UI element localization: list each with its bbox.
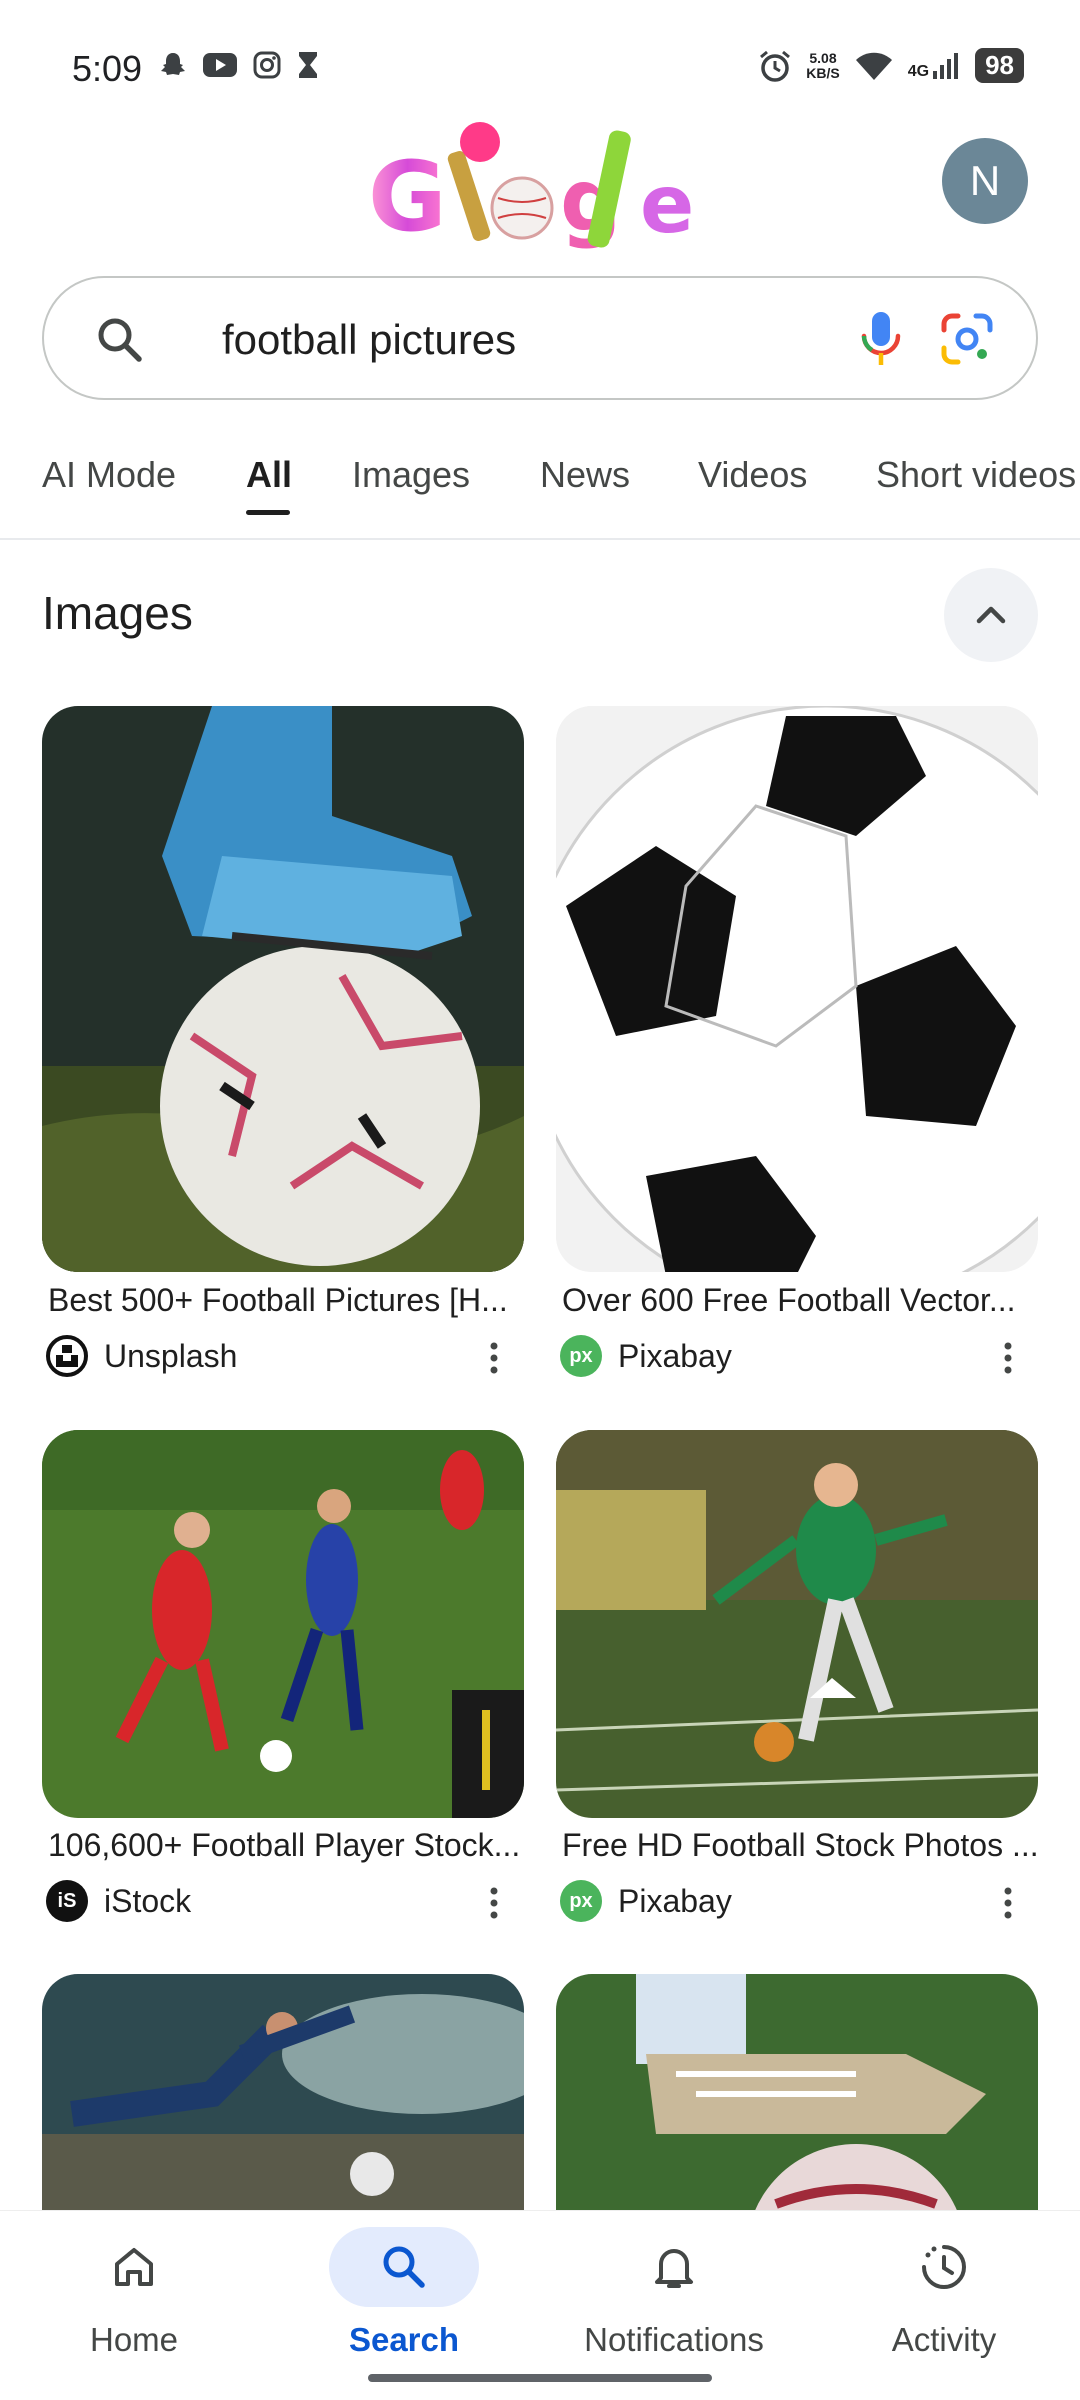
istock-logo-icon: iS: [46, 1880, 88, 1922]
google-lens-icon[interactable]: [936, 308, 998, 370]
svg-text:G: G: [368, 141, 447, 253]
nav-activity-label: Activity: [891, 2321, 997, 2358]
status-time: 5:09: [72, 48, 143, 89]
alarm-icon: [760, 50, 791, 82]
bell-icon: [655, 2249, 693, 2288]
nav-home[interactable]: Home: [14, 2227, 254, 2359]
network-type: 4G: [907, 62, 930, 80]
activity-icon: [922, 2245, 966, 2289]
tab-all[interactable]: All: [246, 454, 292, 496]
svg-text:e: e: [640, 158, 694, 251]
tab-videos[interactable]: Videos: [698, 454, 807, 496]
tab-short-videos[interactable]: Short videos: [876, 454, 1076, 496]
image-result-4-caption[interactable]: Free HD Football Stock Photos ...: [562, 1827, 1042, 1864]
nav-activity[interactable]: Activity: [824, 2227, 1064, 2359]
image-result-4-source[interactable]: px Pixabay: [560, 1880, 732, 1922]
image-result-3-source[interactable]: iS iStock: [46, 1880, 191, 1922]
more-options-icon[interactable]: [484, 1338, 504, 1378]
collapse-button[interactable]: [944, 568, 1038, 662]
system-status: 5.08 KB/S 4G 98: [758, 48, 1024, 83]
net-speed-value: 5.08: [809, 49, 837, 66]
image-result-1-source[interactable]: Unsplash: [46, 1335, 237, 1377]
microphone-icon[interactable]: [856, 308, 906, 370]
search-query[interactable]: football pictures: [222, 316, 516, 364]
nav-home-label: Home: [89, 2321, 179, 2358]
bottom-navigation: Home Search Notifications Activity: [0, 2210, 1080, 2400]
image-result-4[interactable]: [556, 1430, 1038, 1818]
image-result-2[interactable]: [556, 706, 1038, 1272]
image-result-1-caption[interactable]: Best 500+ Football Pictures [H...: [48, 1282, 528, 1319]
notification-icons: [158, 50, 320, 80]
hourglass-icon: [299, 52, 317, 78]
battery-indicator: 98: [975, 48, 1024, 83]
source-name: Pixabay: [618, 1337, 732, 1374]
cell-signal-icon: 4G: [908, 51, 961, 81]
image-result-2-source[interactable]: px Pixabay: [560, 1335, 732, 1377]
nav-search[interactable]: Search: [284, 2227, 524, 2359]
nav-notifications[interactable]: Notifications: [554, 2227, 794, 2359]
instagram-icon: [253, 51, 281, 79]
tab-images[interactable]: Images: [352, 454, 470, 496]
search-icon: [98, 318, 142, 362]
football-players-match-image: [42, 1430, 524, 1818]
nav-notifications-label: Notifications: [584, 2321, 764, 2358]
image-result-2-caption[interactable]: Over 600 Free Football Vector...: [562, 1282, 1042, 1319]
snapchat-icon: [161, 53, 185, 75]
more-options-icon[interactable]: [484, 1883, 504, 1923]
nav-search-label: Search: [348, 2321, 460, 2358]
tab-news[interactable]: News: [540, 454, 630, 496]
pixabay-logo-icon: px: [560, 1880, 602, 1922]
account-avatar[interactable]: N: [942, 138, 1028, 224]
source-name: Unsplash: [104, 1337, 238, 1374]
active-tab-indicator: [246, 510, 290, 515]
google-doodle-logo[interactable]: G g e: [360, 120, 720, 260]
search-tabs: AI Mode All Images News Videos Short vid…: [0, 440, 1080, 540]
boy-kicking-ball-image: [556, 1430, 1038, 1818]
net-speed-unit: KB/S: [806, 64, 840, 81]
unsplash-logo-icon: [46, 1335, 88, 1377]
soccer-ball-vector-image: [556, 706, 1038, 1272]
image-result-3-caption[interactable]: 106,600+ Football Player Stock...: [48, 1827, 528, 1864]
pixabay-logo-icon: px: [560, 1335, 602, 1377]
chevron-up-icon: [976, 606, 1006, 624]
network-speed: 5.08 KB/S: [806, 49, 840, 81]
images-section-title: Images: [42, 587, 193, 639]
more-options-icon[interactable]: [998, 1883, 1018, 1923]
tab-ai-mode[interactable]: AI Mode: [42, 454, 176, 496]
search-bar[interactable]: football pictures: [42, 276, 1038, 400]
wifi-icon: [855, 52, 892, 80]
search-icon: [383, 2246, 425, 2288]
source-name: iStock: [104, 1882, 192, 1919]
status-bar: 5:09 5.08 KB/S 4G 98: [0, 0, 1080, 120]
image-result-3[interactable]: [42, 1430, 524, 1818]
gesture-home-indicator[interactable]: [368, 2374, 712, 2382]
youtube-icon: [203, 53, 237, 77]
source-name: Pixabay: [618, 1882, 732, 1919]
more-options-icon[interactable]: [998, 1338, 1018, 1378]
home-icon: [115, 2248, 153, 2286]
football-on-grass-image: [42, 706, 524, 1272]
image-result-1[interactable]: [42, 706, 524, 1272]
